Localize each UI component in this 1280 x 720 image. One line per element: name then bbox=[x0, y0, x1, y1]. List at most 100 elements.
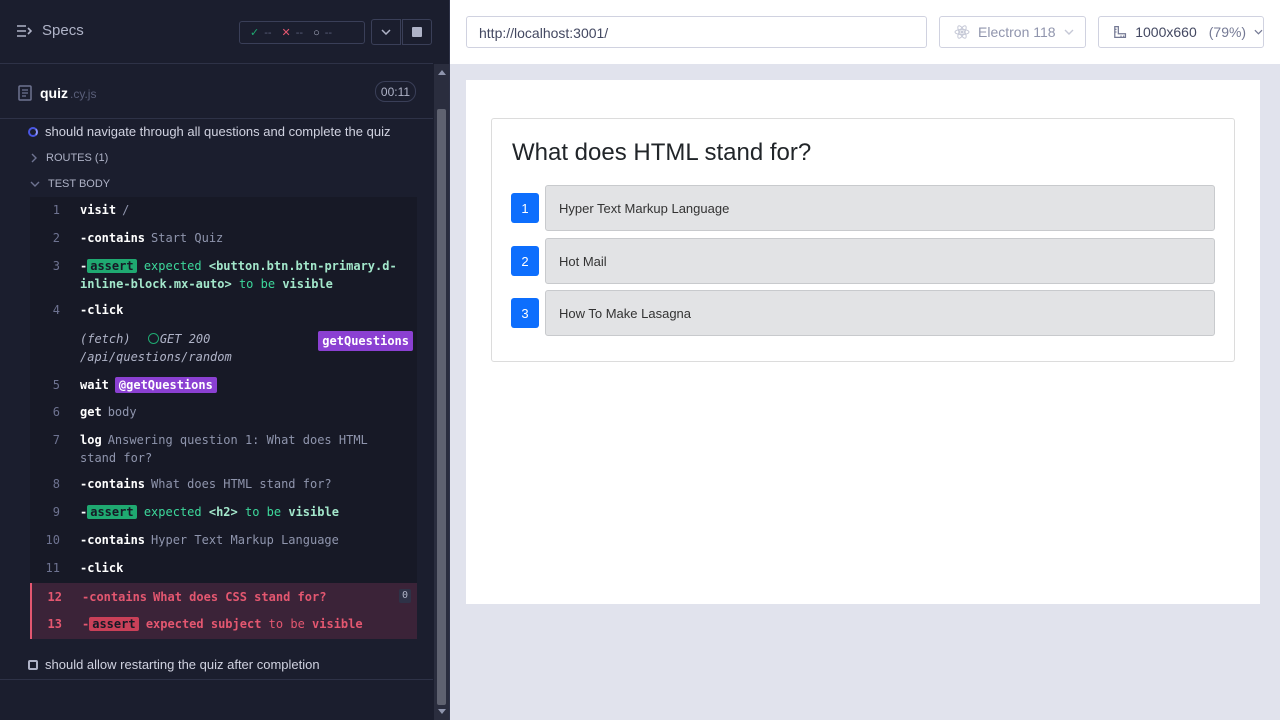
chevron-down-icon bbox=[1064, 29, 1074, 35]
stop-button[interactable] bbox=[402, 19, 432, 45]
scroll-thumb[interactable] bbox=[437, 109, 446, 705]
passed-count: -- bbox=[264, 26, 272, 39]
app-under-test-panel: http://localhost:3001/ Electron 118 1000… bbox=[450, 0, 1280, 720]
pending-icon: ○ bbox=[313, 26, 320, 39]
command-number: 13 bbox=[47, 617, 62, 631]
test-body-toggle[interactable]: TEST BODY bbox=[30, 178, 110, 190]
spec-duration: 00:11 bbox=[375, 81, 416, 102]
failed-count: -- bbox=[295, 26, 304, 39]
command-number: 4 bbox=[52, 303, 60, 317]
answer-button[interactable]: Hyper Text Markup Language bbox=[545, 185, 1215, 231]
url-field[interactable]: http://localhost:3001/ bbox=[466, 16, 927, 48]
command-arg: Answering question 1: What does HTML sta… bbox=[80, 433, 368, 465]
option-number: 2 bbox=[511, 246, 539, 276]
routes-label: ROUTES (1) bbox=[46, 152, 109, 164]
chevron-down-button[interactable] bbox=[371, 19, 401, 45]
aut-header: http://localhost:3001/ Electron 118 1000… bbox=[450, 0, 1280, 64]
test-running[interactable]: should navigate through all questions an… bbox=[28, 124, 390, 139]
spec-name: quiz .cy.js bbox=[40, 85, 96, 101]
assert-subject: subject bbox=[210, 617, 262, 631]
command-number: 3 bbox=[52, 259, 60, 273]
viewport-size: 1000x660 bbox=[1135, 24, 1197, 40]
scrollbar[interactable] bbox=[434, 64, 449, 720]
test-title: should navigate through all questions an… bbox=[45, 124, 391, 139]
command-arg: What does CSS stand for? bbox=[153, 590, 327, 604]
command-number: 11 bbox=[45, 561, 60, 575]
browser-selector[interactable]: Electron 118 bbox=[939, 16, 1086, 48]
viewport-selector[interactable]: 1000x660 (79%) bbox=[1098, 16, 1264, 48]
answer-option[interactable]: 1 Hyper Text Markup Language bbox=[511, 185, 1216, 231]
routes-toggle[interactable]: ROUTES (1) bbox=[30, 152, 108, 164]
specs-label: Specs bbox=[42, 22, 84, 39]
spinner-icon bbox=[28, 126, 38, 137]
command-row-failed[interactable]: 13 - assert expected subject to be visibl… bbox=[30, 611, 417, 639]
command-name: get bbox=[80, 405, 102, 419]
divider bbox=[0, 679, 433, 680]
assert-to-be: to be bbox=[238, 277, 276, 291]
status-circle-icon bbox=[147, 333, 159, 344]
command-arg: / bbox=[122, 203, 130, 217]
answer-button[interactable]: Hot Mail bbox=[545, 238, 1215, 284]
command-arg: Hyper Text Markup Language bbox=[151, 533, 339, 547]
reporter-header: Specs ✓ -- ✕ -- ○ -- bbox=[0, 0, 433, 64]
app-iframe: What does HTML stand for? 1 Hyper Text M… bbox=[466, 80, 1260, 604]
test-title: should allow restarting the quiz after c… bbox=[45, 657, 320, 672]
document-icon bbox=[18, 85, 32, 101]
command-name: -contains bbox=[80, 477, 146, 491]
assert-expected: expected bbox=[143, 259, 202, 273]
answer-option[interactable]: 2 Hot Mail bbox=[511, 238, 1216, 284]
alias-badge: @getQuestions bbox=[114, 377, 217, 393]
command-name: -click bbox=[80, 303, 124, 317]
command-name: -contains bbox=[80, 231, 146, 245]
ruler-icon bbox=[1114, 26, 1127, 38]
assert-expected: expected bbox=[145, 617, 204, 631]
command-number: 7 bbox=[52, 433, 60, 447]
fetch-url: /api/questions/random bbox=[80, 350, 232, 364]
chevron-right-icon bbox=[31, 153, 37, 163]
question-title: What does HTML stand for? bbox=[512, 139, 812, 166]
assert-to-be: to be bbox=[245, 505, 282, 519]
assert-subject: <h2> bbox=[208, 505, 238, 519]
viewport-scale: (79%) bbox=[1208, 24, 1247, 40]
test-pending[interactable]: should allow restarting the quiz after c… bbox=[28, 657, 320, 672]
command-row-failed[interactable]: 12 -contains What does CSS stand for? 0 bbox=[30, 583, 417, 611]
answer-button[interactable]: How To Make Lasagna bbox=[545, 290, 1215, 336]
fetch-label: (fetch) bbox=[80, 332, 131, 346]
command-name: visit bbox=[80, 203, 117, 217]
test-stats: ✓ -- ✕ -- ○ -- bbox=[239, 21, 365, 44]
command-number: 5 bbox=[52, 378, 60, 392]
test-body-label: TEST BODY bbox=[48, 178, 111, 190]
command-arg: What does HTML stand for? bbox=[151, 477, 332, 491]
option-number: 3 bbox=[511, 298, 539, 328]
command-number: 6 bbox=[52, 405, 60, 419]
assert-state: visible bbox=[312, 617, 363, 631]
assert-to-be: to be bbox=[268, 617, 305, 631]
x-icon: ✕ bbox=[281, 27, 291, 39]
command-name: -contains bbox=[82, 590, 148, 604]
command-number: 9 bbox=[52, 505, 60, 519]
spec-header: quiz .cy.js bbox=[0, 65, 433, 119]
specs-button[interactable]: Specs bbox=[16, 22, 84, 39]
command-log-panel: Specs ✓ -- ✕ -- ○ -- quiz .cy.js 00:11 shoul… bbox=[0, 0, 450, 720]
pending-test-icon bbox=[28, 659, 38, 670]
command-number: 8 bbox=[52, 477, 60, 491]
command-list: 1 visit/ 2 -contains Start Quiz 3 - assert… bbox=[30, 197, 417, 639]
assert-state: visible bbox=[282, 277, 333, 291]
element-count-badge: 0 bbox=[398, 589, 411, 603]
alias-badge: getQuestions bbox=[318, 331, 413, 351]
command-arg: body bbox=[107, 405, 137, 419]
command-number: 2 bbox=[52, 231, 60, 245]
command-name: log bbox=[80, 433, 102, 447]
command-name: -contains bbox=[80, 533, 146, 547]
spec-file-name: quiz bbox=[40, 85, 68, 101]
scroll-down-icon[interactable] bbox=[438, 709, 446, 714]
fetch-row[interactable]: (fetch) GET 200 /api/questions/random ge… bbox=[30, 330, 417, 368]
electron-icon bbox=[954, 25, 970, 39]
chevron-down-icon bbox=[30, 181, 40, 187]
assert-badge: assert bbox=[87, 259, 137, 273]
scroll-up-icon[interactable] bbox=[438, 70, 446, 75]
question-card: What does HTML stand for? 1 Hyper Text M… bbox=[491, 118, 1235, 362]
chevron-down-icon bbox=[381, 29, 391, 35]
assert-badge: assert bbox=[87, 505, 137, 519]
answer-option[interactable]: 3 How To Make Lasagna bbox=[511, 290, 1216, 336]
